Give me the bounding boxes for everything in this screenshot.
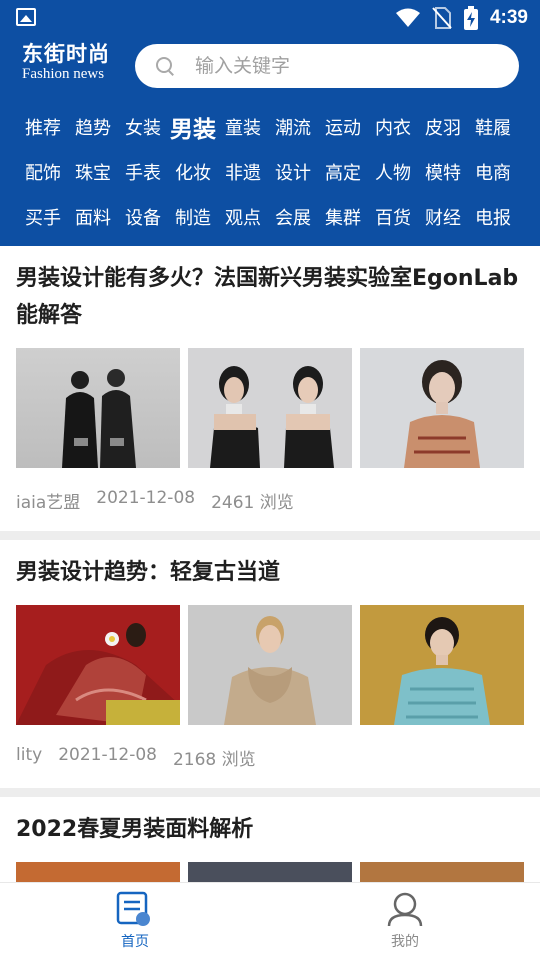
article-title[interactable]: 男装设计能有多火？法国新兴男装实验室EgonLab能解答 bbox=[16, 260, 524, 334]
user-profile-icon bbox=[387, 892, 423, 927]
category-tab[interactable]: 面料 bbox=[68, 194, 118, 239]
category-tab[interactable]: 皮羽 bbox=[418, 104, 468, 149]
thumbnail-image[interactable] bbox=[188, 605, 352, 725]
thumbnail-image[interactable] bbox=[16, 605, 180, 725]
logo-chinese: 东街时尚 bbox=[22, 41, 110, 66]
no-sim-icon bbox=[432, 7, 452, 29]
category-tab[interactable]: 趋势 bbox=[68, 104, 118, 149]
thumbnail-image[interactable] bbox=[16, 862, 180, 882]
thumbnail-image[interactable] bbox=[16, 348, 180, 468]
thumbnail-image[interactable] bbox=[188, 348, 352, 468]
article-feed[interactable]: 男装设计能有多火？法国新兴男装实验室EgonLab能解答 iaia艺盟 2021… bbox=[0, 246, 540, 882]
logo-english: Fashion news bbox=[22, 66, 105, 82]
article-date: 2021-12-08 bbox=[58, 745, 157, 765]
article-source: iaia艺盟 bbox=[16, 493, 81, 513]
article-thumbnails bbox=[16, 605, 524, 725]
search-bar[interactable] bbox=[135, 44, 519, 88]
category-tab[interactable]: 鞋履 bbox=[468, 104, 518, 149]
category-tab[interactable]: 潮流 bbox=[268, 104, 318, 149]
category-tab[interactable]: 模特 bbox=[418, 149, 468, 194]
category-tab[interactable]: 买手 bbox=[18, 194, 68, 239]
nav-mine-label: 我的 bbox=[391, 934, 419, 950]
article-meta: iaia艺盟 2021-12-08 2461 浏览 bbox=[16, 468, 524, 531]
thumbnail-image[interactable] bbox=[188, 862, 352, 882]
bottom-navigation: 首页 我的 bbox=[0, 882, 540, 960]
article-views: 2461 浏览 bbox=[211, 493, 294, 513]
article-thumbnails bbox=[16, 862, 524, 882]
category-tab[interactable]: 财经 bbox=[418, 194, 468, 239]
article-thumbnails bbox=[16, 348, 524, 468]
article-title[interactable]: 2022春夏男装面料解析 bbox=[16, 811, 524, 848]
home-feed-icon bbox=[116, 891, 150, 926]
category-tab[interactable]: 内衣 bbox=[368, 104, 418, 149]
thumbnail-image[interactable] bbox=[360, 605, 524, 725]
category-tab[interactable]: 推荐 bbox=[18, 104, 68, 149]
nav-home[interactable]: 首页 bbox=[95, 891, 175, 955]
category-tab[interactable]: 设备 bbox=[118, 194, 168, 239]
category-tab[interactable]: 珠宝 bbox=[68, 149, 118, 194]
nav-home-label: 首页 bbox=[121, 934, 149, 950]
category-tab[interactable]: 手表 bbox=[118, 149, 168, 194]
article-date: 2021-12-08 bbox=[96, 488, 196, 508]
article-card[interactable]: 男装设计趋势：轻复古当道 lity 2021-12-08 2168 浏览 bbox=[0, 540, 540, 788]
category-tab[interactable]: 百货 bbox=[368, 194, 418, 239]
category-tab[interactable]: 人物 bbox=[368, 149, 418, 194]
category-grid: 推荐 趋势 女装 男装 童装 潮流 运动 内衣 皮羽 鞋履配饰 珠宝 手表 化妆 非遗 设计 高定 人物 模特 电商… bbox=[18, 104, 528, 239]
wifi-icon bbox=[395, 8, 420, 27]
category-tab[interactable]: 电报 bbox=[468, 194, 518, 239]
search-input[interactable] bbox=[195, 55, 495, 77]
status-bar: 4:39 bbox=[0, 0, 540, 36]
thumbnail-image[interactable] bbox=[360, 348, 524, 468]
thumbnail-image[interactable] bbox=[360, 862, 524, 882]
article-card[interactable]: 男装设计能有多火？法国新兴男装实验室EgonLab能解答 iaia艺盟 2021… bbox=[0, 246, 540, 531]
article-title[interactable]: 男装设计趋势：轻复古当道 bbox=[16, 554, 524, 591]
category-tab[interactable]: 非遗 bbox=[218, 149, 268, 194]
article-source: lity bbox=[16, 745, 43, 765]
category-tab[interactable]: 高定 bbox=[318, 149, 368, 194]
gallery-notification-icon bbox=[16, 8, 36, 26]
category-tab[interactable]: 女装 bbox=[118, 104, 168, 149]
category-tab[interactable]: 电商 bbox=[468, 149, 518, 194]
article-card[interactable]: 2022春夏男装面料解析 bbox=[0, 797, 540, 882]
category-tab[interactable]: 童装 bbox=[218, 104, 268, 149]
category-tab[interactable]: 运动 bbox=[318, 104, 368, 149]
category-tab[interactable]: 配饰 bbox=[18, 149, 68, 194]
clock: 4:39 bbox=[489, 7, 528, 28]
category-tab[interactable]: 制造 bbox=[168, 194, 218, 239]
category-tab[interactable]: 会展 bbox=[268, 194, 318, 239]
category-tab[interactable]: 设计 bbox=[268, 149, 318, 194]
category-tab[interactable]: 观点 bbox=[218, 194, 268, 239]
app-logo: 东街时尚 Fashion news bbox=[22, 42, 122, 86]
article-views: 2168 浏览 bbox=[172, 750, 256, 770]
status-icons: 4:39 bbox=[395, 4, 528, 32]
search-icon bbox=[155, 56, 175, 76]
category-tab[interactable]: 集群 bbox=[318, 194, 368, 239]
category-tab[interactable]: 化妆 bbox=[168, 149, 218, 194]
nav-mine[interactable]: 我的 bbox=[365, 891, 445, 955]
category-tab[interactable]: 男装 bbox=[168, 104, 218, 149]
article-meta: lity 2021-12-08 2168 浏览 bbox=[16, 725, 524, 788]
battery-charging-icon bbox=[463, 6, 478, 30]
app-header: 4:39 东街时尚 Fashion news 推荐趋势女装男装童装潮流运动内衣皮… bbox=[0, 0, 540, 246]
